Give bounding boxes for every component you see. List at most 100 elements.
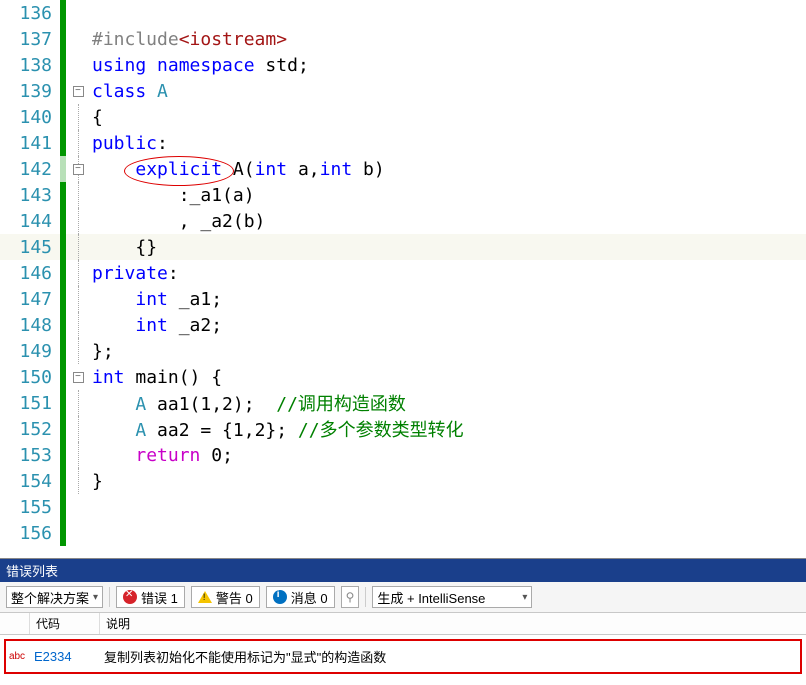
error-description: 复制列表初始化不能使用标记为"显式"的构造函数 <box>98 647 800 666</box>
line-number: 138 <box>0 55 60 76</box>
collapse-toggle-icon[interactable]: − <box>73 86 84 97</box>
outline-gutter <box>66 208 90 234</box>
outline-gutter <box>66 130 90 156</box>
code-text[interactable]: A aa1(1,2); //调用构造函数 <box>90 390 806 416</box>
code-line: 143 :_a1(a) <box>0 182 806 208</box>
code-line: 141 public: <box>0 130 806 156</box>
warnings-filter-button[interactable]: 警告 0 <box>191 586 260 608</box>
error-table-header: 代码 说明 <box>0 613 806 635</box>
info-icon <box>273 590 287 604</box>
outline-gutter <box>66 390 90 416</box>
error-list-title[interactable]: 错误列表 <box>0 558 806 582</box>
line-number: 156 <box>0 523 60 544</box>
scope-combo[interactable]: 整个解决方案 ▾ <box>6 586 103 608</box>
intellisense-abc-icon: abc <box>6 651 28 662</box>
errors-label: 错误 1 <box>141 588 178 607</box>
code-text[interactable]: private: <box>90 263 806 284</box>
code-editor[interactable]: 136 137 #include<iostream> 138 using nam… <box>0 0 806 546</box>
line-number: 146 <box>0 263 60 284</box>
outline-gutter <box>66 468 90 494</box>
code-text[interactable]: public: <box>90 133 806 154</box>
code-line: 142 − explicit A(int a,int b) <box>0 156 806 182</box>
collapse-toggle-icon[interactable]: − <box>73 164 84 175</box>
line-number: 142 <box>0 159 60 180</box>
build-intellisense-combo[interactable]: 生成 + IntelliSense ▾ <box>372 586 532 608</box>
code-line: 146 private: <box>0 260 806 286</box>
line-number: 136 <box>0 3 60 24</box>
column-code[interactable]: 代码 <box>30 613 100 634</box>
line-number: 143 <box>0 185 60 206</box>
code-text[interactable]: int _a1; <box>90 289 806 310</box>
chevron-down-icon: ▾ <box>93 592 98 603</box>
line-number: 144 <box>0 211 60 232</box>
code-text[interactable]: int _a2; <box>90 315 806 336</box>
code-line: 152 A aa2 = {1,2}; //多个参数类型转化 <box>0 416 806 442</box>
code-text[interactable]: :_a1(a) <box>90 185 806 206</box>
filter-button[interactable]: ⚲ <box>341 586 360 608</box>
outline-gutter <box>66 26 90 52</box>
code-text[interactable]: int main() { <box>90 367 806 388</box>
annotation-box: abc E2334 复制列表初始化不能使用标记为"显式"的构造函数 <box>4 639 802 674</box>
outline-gutter <box>66 442 90 468</box>
code-line: 153 return 0; <box>0 442 806 468</box>
error-icon <box>123 590 137 604</box>
errors-filter-button[interactable]: 错误 1 <box>116 586 185 608</box>
code-line: 145 {} <box>0 234 806 260</box>
line-number: 147 <box>0 289 60 310</box>
code-line: 156 <box>0 520 806 546</box>
line-number: 145 <box>0 237 60 258</box>
code-line: 151 A aa1(1,2); //调用构造函数 <box>0 390 806 416</box>
code-text[interactable]: }; <box>90 341 806 362</box>
code-line: 154 } <box>0 468 806 494</box>
code-line: 144 , _a2(b) <box>0 208 806 234</box>
line-number: 140 <box>0 107 60 128</box>
chevron-down-icon: ▾ <box>522 592 527 603</box>
code-line: 138 using namespace std; <box>0 52 806 78</box>
code-text[interactable]: , _a2(b) <box>90 211 806 232</box>
outline-gutter[interactable]: − <box>66 364 90 390</box>
warning-icon <box>198 591 212 603</box>
outline-gutter <box>66 520 90 546</box>
error-row[interactable]: abc E2334 复制列表初始化不能使用标记为"显式"的构造函数 <box>6 645 800 668</box>
code-line: 150 − int main() { <box>0 364 806 390</box>
column-blank[interactable] <box>0 613 30 634</box>
code-text[interactable]: {} <box>90 237 806 258</box>
line-number: 151 <box>0 393 60 414</box>
messages-filter-button[interactable]: 消息 0 <box>266 586 335 608</box>
separator <box>109 587 110 607</box>
build-combo-label: 生成 + IntelliSense <box>377 588 485 607</box>
code-text[interactable]: } <box>90 471 806 492</box>
collapse-toggle-icon[interactable]: − <box>73 372 84 383</box>
code-text[interactable]: { <box>90 107 806 128</box>
error-code[interactable]: E2334 <box>28 649 98 664</box>
code-text[interactable]: class A <box>90 81 806 102</box>
scope-label: 整个解决方案 <box>11 588 89 607</box>
separator <box>365 587 366 607</box>
filter-icon: ⚲ <box>346 590 355 604</box>
outline-gutter[interactable]: − <box>66 156 90 182</box>
code-text[interactable]: using namespace std; <box>90 55 806 76</box>
code-text[interactable]: A aa2 = {1,2}; //多个参数类型转化 <box>90 416 806 442</box>
code-line: 149 }; <box>0 338 806 364</box>
outline-gutter <box>66 0 90 26</box>
outline-gutter <box>66 52 90 78</box>
outline-gutter <box>66 182 90 208</box>
code-text[interactable]: explicit A(int a,int b) <box>90 159 806 180</box>
code-line: 148 int _a2; <box>0 312 806 338</box>
line-number: 141 <box>0 133 60 154</box>
code-line: 137 #include<iostream> <box>0 26 806 52</box>
column-description[interactable]: 说明 <box>100 613 806 634</box>
line-number: 155 <box>0 497 60 518</box>
outline-gutter <box>66 286 90 312</box>
outline-gutter[interactable]: − <box>66 78 90 104</box>
line-number: 150 <box>0 367 60 388</box>
code-text[interactable]: return 0; <box>90 445 806 466</box>
line-number: 153 <box>0 445 60 466</box>
line-number: 137 <box>0 29 60 50</box>
outline-gutter <box>66 260 90 286</box>
messages-label: 消息 0 <box>291 588 328 607</box>
line-number: 149 <box>0 341 60 362</box>
outline-gutter <box>66 234 90 260</box>
code-text[interactable]: #include<iostream> <box>90 29 806 50</box>
code-line: 147 int _a1; <box>0 286 806 312</box>
